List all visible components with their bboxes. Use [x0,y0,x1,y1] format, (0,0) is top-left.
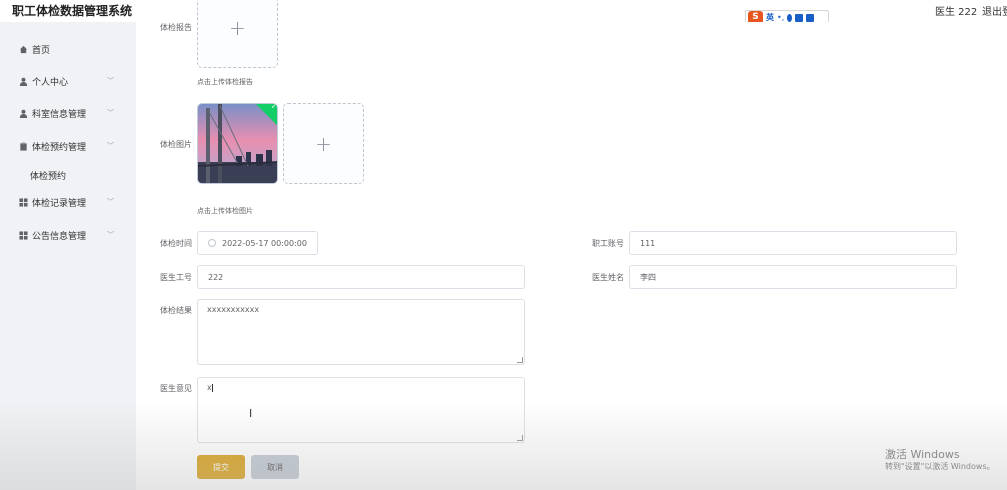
resize-handle-icon[interactable] [517,435,523,441]
report-label: 体检报告 [160,23,192,32]
toolbox-icon[interactable] [806,13,815,22]
logout-link[interactable]: 退出登 [982,3,1007,18]
doctor-id-label: 医生工号 [160,273,192,282]
top-header: 职工体检数据管理系统 医生 222 退出登 [0,0,1007,22]
plus-icon: + [229,15,246,40]
punctuation-icon[interactable]: •, [777,13,784,22]
clipboard-icon [18,141,28,151]
report-upload-tip: 点击上传体检报告 [197,78,253,86]
sidebar-item-records[interactable]: 体检记录管理 ﹀ [0,187,136,217]
grid-icon [18,197,28,207]
image-label: 体检图片 [160,140,192,149]
account-label: 职工账号 [592,239,624,248]
user-icon [18,76,28,86]
doctor-opinion-textarea[interactable]: x [197,377,525,443]
ibeam-cursor-icon: I [249,407,253,420]
exam-result-value: xxxxxxxxxxx [207,305,260,314]
sidebar-item-label: 科室信息管理 [32,109,87,120]
exam-time-picker[interactable]: 2022-05-17 00:00:00 [197,231,318,255]
image-upload[interactable]: + [283,103,364,184]
user-icon [18,108,28,118]
doctor-name-label: 医生姓名 [592,273,624,282]
sidebar-item-label: 个人中心 [32,77,69,88]
app-title: 职工体检数据管理系统 [12,4,133,18]
microphone-icon[interactable] [787,13,793,22]
resize-handle-icon[interactable] [517,357,523,363]
grid-icon [18,230,28,240]
chevron-down-icon: ﹀ [107,109,114,117]
chevron-up-icon: ﹀ [107,142,114,150]
cancel-button[interactable]: 取消 [251,455,299,479]
text-caret [211,383,213,392]
time-label: 体检时间 [160,239,192,248]
sidebar-item-notices[interactable]: 公告信息管理 ﹀ [0,220,136,250]
submit-button[interactable]: 提交 [197,455,245,479]
uploaded-image-thumbnail[interactable]: ✓ [197,103,278,184]
employee-account-field[interactable]: 111 [629,231,957,255]
chevron-down-icon: ﹀ [107,198,114,206]
sidebar-subitem-appointment[interactable]: 体检预约 [30,169,66,182]
chevron-down-icon: ﹀ [107,231,114,239]
sidebar-item-label: 体检预约管理 [32,142,87,153]
result-label: 体检结果 [160,306,192,315]
sidebar-item-label: 公告信息管理 [32,231,87,242]
sidebar-item-label: 首页 [32,45,51,56]
sidebar: 首页 个人中心 ﹀ 科室信息管理 ﹀ 体检预约管理 ﹀ 体检预约 体检记录管理 … [0,22,136,490]
image-upload-tip: 点击上传体检图片 [197,207,253,215]
report-upload[interactable]: + [197,0,278,68]
sidebar-item-appointment[interactable]: 体检预约管理 ﹀ [0,131,136,161]
sidebar-item-department[interactable]: 科室信息管理 ﹀ [0,98,136,128]
sidebar-item-profile[interactable]: 个人中心 ﹀ [0,66,136,96]
opinion-label: 医生意见 [160,384,192,393]
exam-time-value: 2022-05-17 00:00:00 [222,238,307,248]
bridge-photo-icon [198,104,277,183]
keyboard-icon[interactable] [795,13,804,22]
chevron-down-icon: ﹀ [107,77,114,85]
plus-icon: + [315,131,332,156]
sidebar-item-label: 体检记录管理 [32,198,87,209]
doctor-id-field[interactable]: 222 [197,265,525,289]
exam-result-textarea[interactable]: xxxxxxxxxxx [197,299,525,365]
clock-icon [208,239,216,247]
sidebar-item-home[interactable]: 首页 [0,34,136,64]
current-user: 医生 222 [935,7,978,18]
windows-activation-subtitle: 转到"设置"以激活 Windows。 [885,462,995,471]
windows-activation-title: 激活 Windows [885,448,960,461]
check-icon: ✓ [271,103,277,111]
doctor-name-field[interactable]: 李四 [629,265,957,289]
home-icon [18,44,28,54]
